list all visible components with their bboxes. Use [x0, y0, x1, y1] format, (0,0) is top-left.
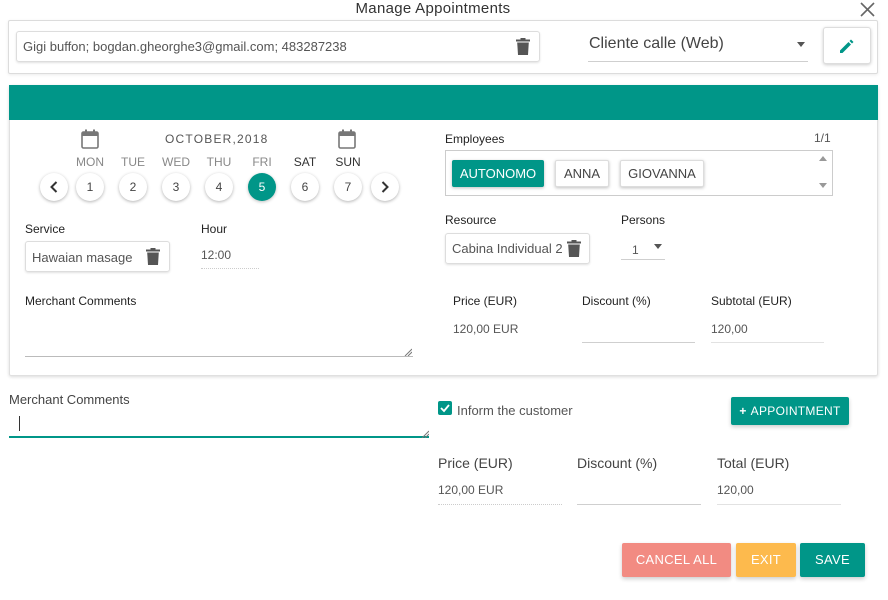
- calendar-month-label: OCTOBER,2018: [165, 132, 269, 146]
- prev-week-button[interactable]: [40, 173, 68, 201]
- edit-customer-button[interactable]: [823, 27, 871, 64]
- next-week-button[interactable]: [371, 173, 399, 201]
- day-button-1[interactable]: 1: [76, 173, 104, 201]
- subtotal-underline: [711, 342, 824, 343]
- day-name-fri: FRI: [252, 155, 272, 169]
- dialog-title: Manage Appointments: [355, 0, 511, 17]
- close-icon[interactable]: [859, 1, 876, 18]
- day-name-tue: TUE: [121, 155, 145, 169]
- service-value: Hawaian masage: [32, 250, 133, 265]
- inner-comments-textarea[interactable]: [25, 316, 413, 357]
- subtotal-value: 120,00: [711, 322, 748, 336]
- channel-select-underline: [588, 61, 808, 62]
- total-label: Total (EUR): [717, 455, 790, 471]
- persons-value[interactable]: 1: [632, 243, 639, 257]
- day-button-6[interactable]: 6: [291, 173, 319, 201]
- inner-discount-underline: [582, 342, 695, 343]
- text-cursor: [19, 416, 20, 431]
- day-button-4[interactable]: 4: [205, 173, 233, 201]
- outer-comments-label: Merchant Comments: [9, 392, 130, 407]
- resource-label: Resource: [445, 213, 497, 227]
- employee-chip-giovanna[interactable]: GIOVANNA: [620, 160, 704, 187]
- add-appointment-button[interactable]: + APPOINTMENT: [731, 397, 849, 425]
- chevron-right-icon: [381, 181, 389, 193]
- resource-field[interactable]: Cabina Individual 2: [445, 233, 590, 264]
- calendar-next-icon[interactable]: [338, 129, 356, 149]
- calendar-prev-icon[interactable]: [81, 129, 99, 149]
- inner-comments-label: Merchant Comments: [25, 294, 137, 308]
- hour-value[interactable]: 12:00: [201, 248, 231, 262]
- pencil-icon: [840, 39, 854, 53]
- persons-label: Persons: [621, 213, 666, 227]
- resource-trash-icon[interactable]: [567, 240, 581, 257]
- hour-label: Hour: [201, 222, 228, 236]
- total-price-value: 120,00 EUR: [438, 483, 504, 497]
- total-discount-label: Discount (%): [577, 455, 658, 471]
- outer-resize-handle-icon[interactable]: [421, 430, 429, 438]
- day-button-3[interactable]: 3: [162, 173, 190, 201]
- employees-page-indicator: 1/1: [814, 131, 831, 145]
- day-name-wed: WED: [162, 155, 190, 169]
- inform-customer-checkbox[interactable]: [438, 401, 452, 415]
- persons-underline: [621, 259, 665, 260]
- inner-price-label: Price (EUR): [453, 294, 518, 308]
- total-discount-underline: [577, 504, 701, 505]
- day-name-sun: SUN: [335, 155, 361, 169]
- day-name-mon: MON: [76, 155, 104, 169]
- scroll-down-icon[interactable]: [819, 183, 827, 188]
- plus-icon: +: [739, 404, 747, 418]
- day-button-7[interactable]: 7: [334, 173, 362, 201]
- trash-icon[interactable]: [516, 38, 530, 55]
- persons-chevron-down-icon[interactable]: [654, 244, 662, 249]
- outer-comments-textarea[interactable]: [9, 410, 429, 438]
- total-price-label: Price (EUR): [438, 455, 513, 471]
- inform-customer-label[interactable]: Inform the customer: [457, 403, 573, 418]
- card-header-bar: [9, 85, 878, 120]
- service-label: Service: [25, 222, 66, 236]
- employees-label: Employees: [445, 132, 505, 146]
- day-button-2[interactable]: 2: [119, 173, 147, 201]
- save-button[interactable]: SAVE: [800, 543, 865, 577]
- check-icon: [440, 404, 450, 413]
- manage-appointments-dialog: { "dialog": { "title": "Manage Appointme…: [0, 0, 888, 600]
- hour-underline: [201, 268, 259, 269]
- day-name-thu: THU: [206, 155, 232, 169]
- customer-value: Gigi buffon; bogdan.gheorghe3@gmail.com;…: [23, 39, 347, 54]
- total-price-underline: [438, 504, 562, 505]
- inner-discount-label: Discount (%): [582, 294, 651, 308]
- total-value: 120,00: [717, 483, 754, 497]
- exit-button[interactable]: EXIT: [736, 543, 796, 577]
- subtotal-label: Subtotal (EUR): [711, 294, 792, 308]
- chevron-left-icon: [50, 181, 58, 193]
- inner-price-value: 120,00 EUR: [453, 322, 519, 336]
- employee-chip-anna[interactable]: ANNA: [555, 160, 609, 187]
- day-button-5-selected[interactable]: 5: [248, 173, 276, 201]
- cancel-all-button[interactable]: CANCEL ALL: [622, 543, 731, 577]
- day-name-sat: SAT: [293, 155, 317, 169]
- resize-handle-icon[interactable]: [404, 348, 412, 356]
- chevron-down-icon[interactable]: [797, 42, 805, 47]
- employee-chip-autonomo[interactable]: AUTONOMO: [452, 160, 544, 187]
- channel-select-value[interactable]: Cliente calle (Web): [589, 35, 724, 53]
- scroll-up-icon[interactable]: [819, 156, 827, 161]
- add-appointment-label: APPOINTMENT: [750, 404, 841, 418]
- resource-value: Cabina Individual 2: [452, 241, 563, 256]
- total-underline: [717, 504, 841, 505]
- service-trash-icon[interactable]: [146, 248, 160, 265]
